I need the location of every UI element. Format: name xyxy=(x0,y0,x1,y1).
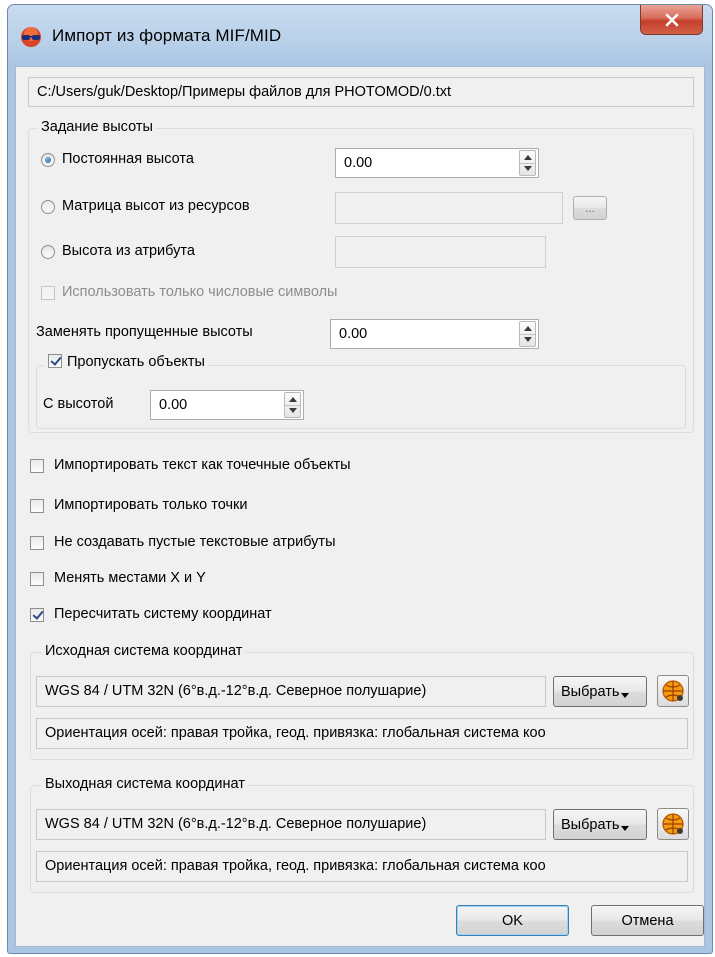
constant-height-input[interactable]: 0.00 xyxy=(335,148,539,178)
spin-up-icon xyxy=(289,397,297,402)
title-bar[interactable]: Импорт из формата MIF/MID xyxy=(8,5,712,65)
source-cs-info-field: Ориентация осей: правая тройка, геод. пр… xyxy=(36,718,688,749)
spin-up-icon xyxy=(524,326,532,331)
spin-down-icon xyxy=(524,166,532,171)
source-cs-globe-button[interactable] xyxy=(657,675,689,707)
checkbox-swap-xy[interactable] xyxy=(30,572,44,586)
globe-icon xyxy=(662,813,684,835)
no-empty-text-attrs-label[interactable]: Не создавать пустые текстовые атрибуты xyxy=(54,534,336,550)
checkbox-skip-objects[interactable] xyxy=(48,354,62,368)
checkbox-import-points-only[interactable] xyxy=(30,499,44,513)
checkbox-numeric-only xyxy=(41,286,55,300)
target-choose-label: Выбрать xyxy=(561,816,620,833)
skip-objects-group xyxy=(36,365,686,429)
with-height-value: 0.00 xyxy=(159,397,188,413)
with-height-label: С высотой xyxy=(43,396,114,412)
skip-objects-label[interactable]: Пропускать объекты xyxy=(67,354,205,370)
checkbox-import-text-points[interactable] xyxy=(30,459,44,473)
skip-objects-legend: Пропускать объекты xyxy=(44,354,208,370)
globe-icon xyxy=(662,680,684,702)
dropdown-arrow-icon xyxy=(621,692,630,698)
checkbox-recalc-coords[interactable] xyxy=(30,608,44,622)
source-cs-choose-button[interactable]: Выбрать xyxy=(553,676,647,707)
numeric-only-label: Использовать только числовые символы xyxy=(62,284,338,300)
replace-missing-spinner[interactable] xyxy=(519,321,536,347)
target-cs-legend: Выходная система координат xyxy=(42,776,248,792)
spin-down-icon xyxy=(524,337,532,342)
height-group-legend: Задание высоты xyxy=(38,119,156,135)
constant-height-value: 0.00 xyxy=(344,155,373,171)
app-glasses-icon xyxy=(21,27,41,47)
target-cs-info-field: Ориентация осей: правая тройка, геод. пр… xyxy=(36,851,688,882)
radio-height-matrix[interactable] xyxy=(41,200,55,214)
checkbox-no-empty-text-attrs[interactable] xyxy=(30,536,44,550)
radio-height-attribute[interactable] xyxy=(41,245,55,259)
with-height-input[interactable]: 0.00 xyxy=(150,390,304,420)
height-matrix-field xyxy=(335,192,563,224)
recalc-coords-label[interactable]: Пересчитать систему координат xyxy=(54,606,272,622)
with-height-spinner[interactable] xyxy=(284,392,301,418)
height-matrix-label[interactable]: Матрица высот из ресурсов xyxy=(62,198,250,214)
source-choose-label: Выбрать xyxy=(561,683,620,700)
spin-down-icon xyxy=(289,408,297,413)
import-points-only-label[interactable]: Импортировать только точки xyxy=(54,497,248,513)
spin-up-icon xyxy=(524,155,532,160)
dialog-body: C:/Users/guk/Desktop/Примеры файлов для … xyxy=(15,66,705,947)
constant-height-spinner[interactable] xyxy=(519,150,536,176)
replace-missing-value: 0.00 xyxy=(339,326,368,342)
dropdown-arrow-icon xyxy=(621,825,630,831)
window-title: Импорт из формата MIF/MID xyxy=(52,26,282,45)
target-cs-name-field: WGS 84 / UTM 32N (6°в.д.-12°в.д. Северно… xyxy=(36,809,546,840)
height-attribute-label[interactable]: Высота из атрибута xyxy=(62,243,195,259)
import-text-points-label[interactable]: Импортировать текст как точечные объекты xyxy=(54,457,351,473)
file-path-field: C:/Users/guk/Desktop/Примеры файлов для … xyxy=(28,77,694,107)
replace-missing-input[interactable]: 0.00 xyxy=(330,319,539,349)
constant-height-label[interactable]: Постоянная высота xyxy=(62,151,194,167)
dialog-window: Импорт из формата MIF/MID C:/Users/guk/D… xyxy=(7,4,713,954)
close-icon xyxy=(665,13,678,26)
replace-missing-label: Заменять пропущенные высоты xyxy=(36,324,253,340)
swap-xy-label[interactable]: Менять местами X и Y xyxy=(54,570,206,586)
ok-button[interactable]: OK xyxy=(456,905,569,936)
cancel-button[interactable]: Отмена xyxy=(591,905,704,936)
target-cs-globe-button[interactable] xyxy=(657,808,689,840)
browse-matrix-button[interactable]: ... xyxy=(573,196,607,220)
close-button[interactable] xyxy=(640,5,703,35)
height-attribute-field xyxy=(335,236,546,268)
radio-constant-height[interactable] xyxy=(41,153,55,167)
source-cs-name-field: WGS 84 / UTM 32N (6°в.д.-12°в.д. Северно… xyxy=(36,676,546,707)
source-cs-legend: Исходная система координат xyxy=(42,643,246,659)
target-cs-choose-button[interactable]: Выбрать xyxy=(553,809,647,840)
